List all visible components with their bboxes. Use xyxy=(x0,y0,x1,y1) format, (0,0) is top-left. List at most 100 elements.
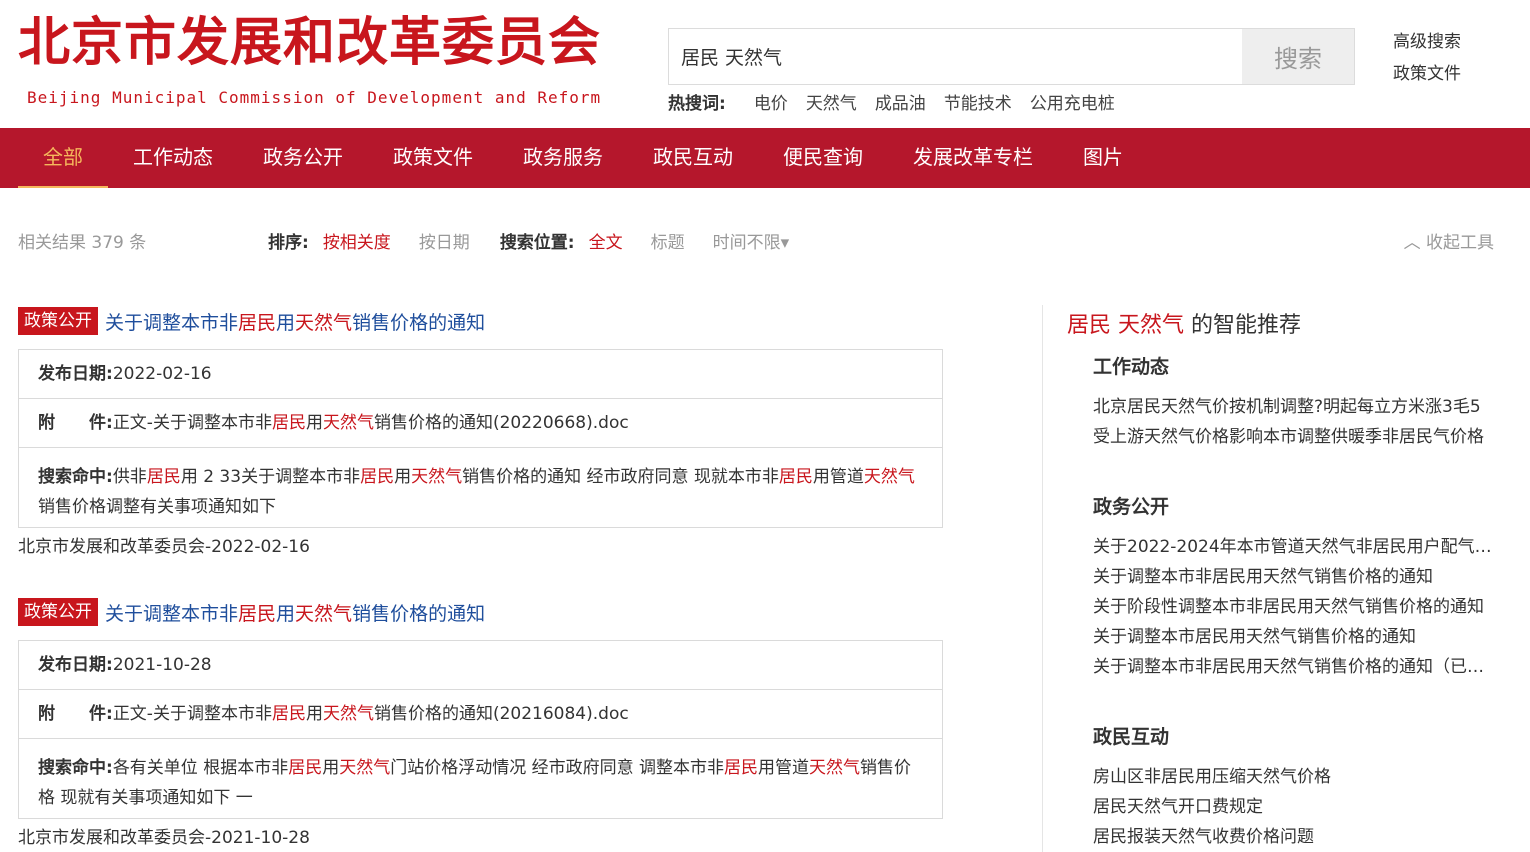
recommendation-section-title: 政务公开 xyxy=(1093,496,1170,518)
sort-relevance-option[interactable]: 按相关度 xyxy=(323,228,391,253)
text-segment: 用 xyxy=(276,311,296,334)
collapse-tools-button[interactable]: ︿ 收起工具 xyxy=(1404,228,1494,253)
keyword-highlight: 天然气 xyxy=(322,413,374,433)
attachment-label: 附 件: xyxy=(38,413,113,433)
text-segment: 用 xyxy=(305,413,323,433)
recommendation-link[interactable]: 北京居民天然气价按机制调整?明起每立方米涨3毛5 xyxy=(1093,392,1495,422)
hot-word-link[interactable]: 节能技术 xyxy=(944,89,1012,114)
search-hit-label: 搜索命中: xyxy=(38,758,113,778)
search-button[interactable]: 搜索 xyxy=(1242,29,1354,84)
policy-documents-link[interactable]: 政策文件 xyxy=(1393,58,1461,90)
nav-tab[interactable]: 政务服务 xyxy=(498,128,628,188)
recommendation-section-title: 工作动态 xyxy=(1093,356,1170,378)
result-source: 北京市发展和改革委员会-2022-02-16 xyxy=(18,537,310,557)
nav-tab[interactable]: 政务公开 xyxy=(238,128,368,188)
keyword-highlight: 天然气 xyxy=(295,602,353,625)
sort-label: 排序: xyxy=(268,233,309,253)
result-title-link[interactable]: 关于调整本市非居民用天然气销售价格的通知 xyxy=(105,599,485,626)
attachment-link[interactable]: 正文-关于调整本市非居民用天然气销售价格的通知(20216084).doc xyxy=(113,704,629,724)
hot-word-link[interactable]: 电价 xyxy=(754,89,788,114)
text-segment: 用 xyxy=(305,704,323,724)
position-title-option[interactable]: 标题 xyxy=(651,228,685,253)
search-hit-snippet: 供非居民用 2 33关于调整本市非居民用天然气销售价格的通知 经市政府同意 现就… xyxy=(38,467,915,517)
category-nav: 全部 工作动态 政务公开 政策文件 政务服务 政民互动 便民查询 发展改革专栏 图片 xyxy=(0,128,1530,188)
text-segment: 供非 xyxy=(112,467,147,487)
recommendation-link[interactable]: 受上游天然气价格影响本市调整供暖季非居民气价格 xyxy=(1093,422,1495,452)
position-fulltext-option[interactable]: 全文 xyxy=(589,228,623,253)
hot-search-words: 热搜词: 电价 天然气 成品油 节能技术 公用充电桩 xyxy=(668,89,1115,114)
text-segment: 销售价格的通知(20216084).doc xyxy=(373,704,629,724)
text-segment: 用 xyxy=(276,602,296,625)
nav-tab[interactable]: 工作动态 xyxy=(108,128,238,188)
text-segment: 正文-关于调整本市非 xyxy=(112,704,272,724)
category-tag: 政策公开 xyxy=(18,307,98,335)
text-segment: 销售价格的通知 经市政府同意 现就本市非 xyxy=(462,467,779,487)
nav-tab[interactable]: 全部 xyxy=(18,128,108,188)
nav-tab[interactable]: 政民互动 xyxy=(628,128,758,188)
site-logo[interactable]: 北京市发展和改革委员会 Beijing Municipal Commission… xyxy=(18,10,601,107)
nav-tab[interactable]: 便民查询 xyxy=(758,128,888,188)
hot-search-label: 热搜词: xyxy=(668,94,726,114)
hot-word-link[interactable]: 天然气 xyxy=(806,89,857,114)
keyword-highlight: 居民 xyxy=(238,602,277,625)
sort-date-option[interactable]: 按日期 xyxy=(419,228,470,253)
keyword-highlight: 居民 xyxy=(271,413,306,433)
time-filter-dropdown[interactable]: 时间不限▾ xyxy=(713,228,790,253)
recommendation-section: 政务公开关于2022-2024年本市管道天然气非居民用户配气价格的通知关于调整本… xyxy=(1093,492,1495,682)
recommendation-section: 政民互动 房山区非居民用压缩天然气价格 居民天然气开口费规定 居民报装天然气收费价格问… xyxy=(1093,722,1495,852)
recommendation-link[interactable]: 房山区非居民用压缩天然气价格 xyxy=(1093,762,1495,792)
keyword-highlight: 天然气 xyxy=(322,704,374,724)
search-result: 政策公开 关于调整本市非居民用天然气销售价格的通知 发布日期:2022-02-16 附… xyxy=(18,307,943,557)
result-info-table: 发布日期:2021-10-28 附 件:正文-关于调整本市非居民用天然气销售价格的… xyxy=(18,640,943,819)
result-title-link[interactable]: 关于调整本市非居民用天然气销售价格的通知 xyxy=(105,308,485,335)
keyword-highlight: 天然气 xyxy=(863,467,915,487)
hot-word-link[interactable]: 成品油 xyxy=(875,89,926,114)
result-title-row: 政策公开 关于调整本市非居民用天然气销售价格的通知 xyxy=(18,307,943,335)
search-input[interactable] xyxy=(669,29,1242,84)
keyword-highlight: 天然气 xyxy=(411,467,463,487)
text-segment: 正文-关于调整本市非 xyxy=(112,413,272,433)
recommendation-keyword: 居民 天然气 xyxy=(1067,313,1184,338)
publish-date-value: 2022-02-16 xyxy=(112,364,212,384)
publish-date-row: 发布日期:2022-02-16 xyxy=(19,350,942,399)
advanced-search-link[interactable]: 高级搜索 xyxy=(1393,26,1461,58)
text-segment: 各有关单位 根据本市非 xyxy=(112,758,289,778)
keyword-highlight: 居民 xyxy=(146,467,181,487)
search-toolbar: 相关结果 379 条 排序: 按相关度 按日期 搜索位置: 全文 标题 时间不限… xyxy=(18,228,1494,253)
recommendation-link[interactable]: 关于阶段性调整本市非居民用天然气销售价格的通知 xyxy=(1093,592,1495,622)
search-hit-row: 搜索命中:各有关单位 根据本市非居民用天然气门站价格浮动情况 经市政府同意 调整… xyxy=(19,739,942,818)
recommendation-link[interactable]: 居民天然气开口费规定 xyxy=(1093,792,1495,822)
text-segment: 用 xyxy=(394,467,412,487)
nav-tab[interactable]: 图片 xyxy=(1058,128,1148,188)
column-divider xyxy=(1042,305,1043,852)
text-segment: 销售价格的通知 xyxy=(352,602,486,625)
nav-tab[interactable]: 发展改革专栏 xyxy=(888,128,1058,188)
search-hit-snippet: 各有关单位 根据本市非居民用天然气门站价格浮动情况 经市政府同意 调整本市非居民… xyxy=(38,758,911,808)
recommendation-link[interactable]: 关于2022-2024年本市管道天然气非居民用户配气价格的通知 xyxy=(1093,532,1495,562)
publish-date-label: 发布日期: xyxy=(38,364,113,384)
recommendation-link[interactable]: 关于调整本市居民用天然气销售价格的通知 xyxy=(1093,622,1495,652)
keyword-highlight: 居民 xyxy=(238,311,277,334)
text-segment: 销售价格的通知 xyxy=(352,311,486,334)
keyword-highlight: 居民 xyxy=(724,758,759,778)
recommendation-suffix: 的智能推荐 xyxy=(1184,313,1301,338)
attachment-label: 附 件: xyxy=(38,704,113,724)
recommendation-link[interactable]: 关于调整本市非居民用天然气销售价格的通知（已废止） xyxy=(1093,652,1495,682)
header-side-links: 高级搜索 政策文件 xyxy=(1393,26,1461,90)
text-segment: 用管道 xyxy=(812,467,864,487)
attachment-row: 附 件:正文-关于调整本市非居民用天然气销售价格的通知(20220668).do… xyxy=(19,399,942,448)
nav-tab[interactable]: 政策文件 xyxy=(368,128,498,188)
recommendation-link[interactable]: 关于调整本市非居民用天然气销售价格的通知 xyxy=(1093,562,1495,592)
search-hit-label: 搜索命中: xyxy=(38,467,113,487)
attachment-link[interactable]: 正文-关于调整本市非居民用天然气销售价格的通知(20220668).doc xyxy=(113,413,629,433)
publish-date-value: 2021-10-28 xyxy=(112,655,212,675)
keyword-highlight: 天然气 xyxy=(295,311,353,334)
text-segment: 销售价格调整有关事项通知如下 xyxy=(38,497,276,517)
hot-word-link[interactable]: 公用充电桩 xyxy=(1030,89,1115,114)
recommendation-link[interactable]: 居民报装天然气收费价格问题 xyxy=(1093,822,1495,852)
publish-date-row: 发布日期:2021-10-28 xyxy=(19,641,942,690)
category-tag: 政策公开 xyxy=(18,598,98,626)
text-segment: 关于调整本市非 xyxy=(105,602,239,625)
result-title-row: 政策公开 关于调整本市非居民用天然气销售价格的通知 xyxy=(18,598,943,626)
recommendation-section: 工作动态北京居民天然气价按机制调整?明起每立方米涨3毛5 受上游天然气价格影响本市… xyxy=(1093,352,1495,452)
